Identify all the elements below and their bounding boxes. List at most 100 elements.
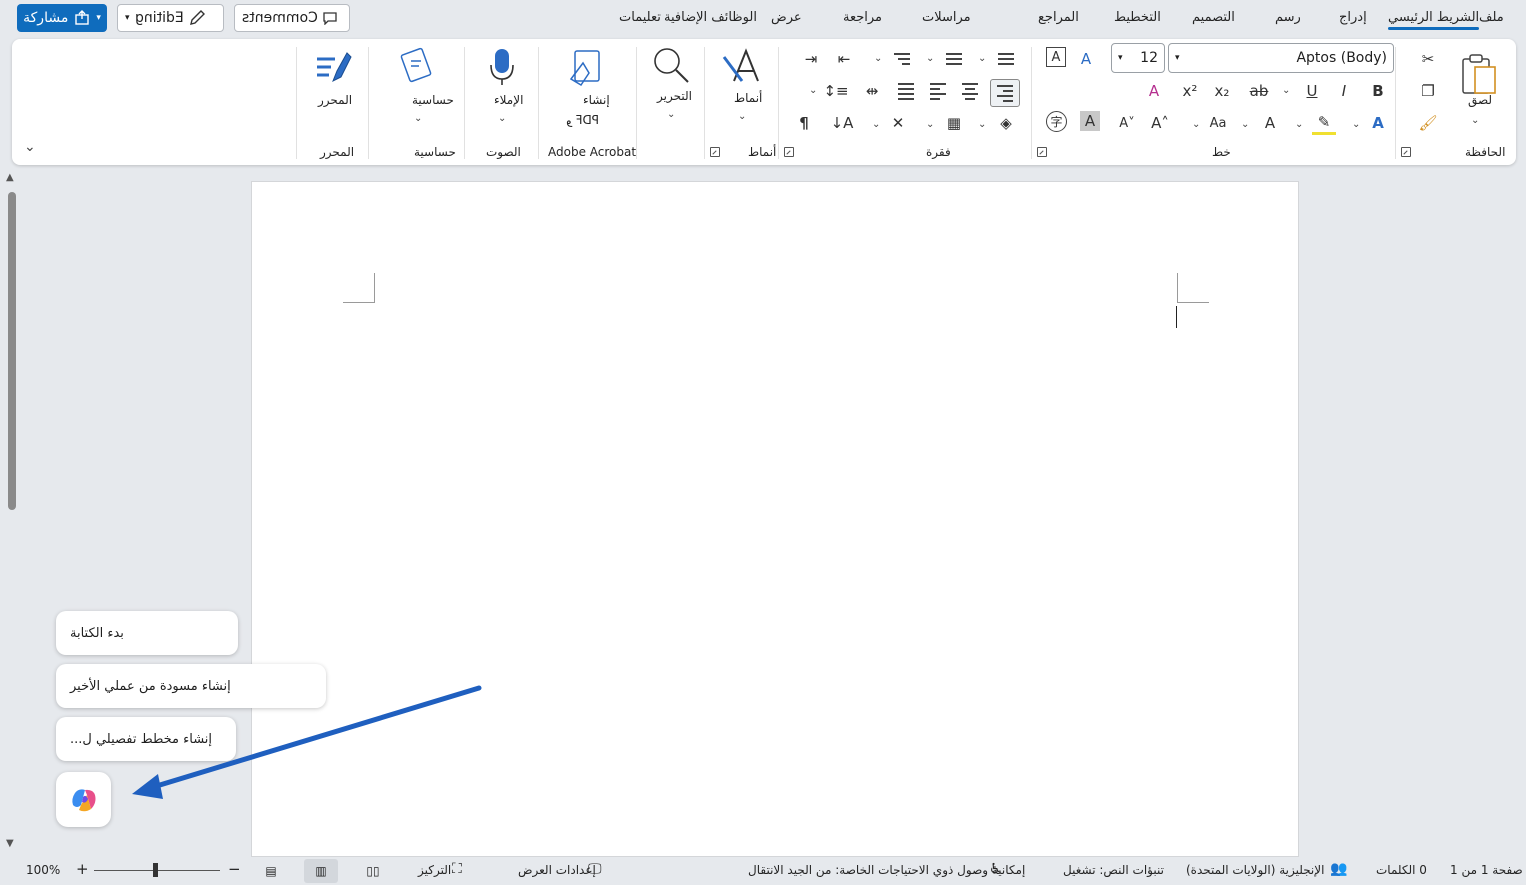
text-color-icon[interactable]: A bbox=[1258, 111, 1282, 135]
ribbon-collapse-icon[interactable]: ⌄ bbox=[24, 139, 36, 155]
editing-mode-button[interactable]: ▾ Editing bbox=[117, 4, 224, 32]
cut-icon[interactable]: ✂ bbox=[1416, 47, 1440, 71]
bold-icon[interactable]: B bbox=[1366, 79, 1390, 103]
text-effects-icon[interactable]: A bbox=[1142, 79, 1166, 103]
tab-view[interactable]: عرض bbox=[771, 10, 802, 25]
multilevel-list-icon[interactable] bbox=[890, 47, 914, 71]
tab-addins[interactable]: الوظائف الإضافية bbox=[664, 10, 757, 25]
justify-icon[interactable] bbox=[894, 79, 918, 103]
underline-icon[interactable]: U bbox=[1300, 79, 1324, 103]
borders-icon[interactable]: ▦ bbox=[942, 111, 966, 135]
zoom-level[interactable]: 100% bbox=[26, 863, 60, 877]
change-case-icon[interactable]: Aa bbox=[1206, 111, 1230, 135]
styles-dropdown-icon[interactable]: ⌄ bbox=[738, 111, 746, 122]
shading-icon[interactable]: ◈ bbox=[994, 111, 1018, 135]
asian-layout-dropdown-icon[interactable]: ⌄ bbox=[872, 119, 880, 130]
line-spacing-icon[interactable]: ↕≡ bbox=[823, 79, 848, 103]
sensitivity-button[interactable] bbox=[392, 45, 438, 85]
copilot-suggestion[interactable]: بدء الكتابة bbox=[56, 611, 238, 655]
accessibility-status[interactable]: إمكانية وصول ذوي الاحتياجات الخاصة: من ا… bbox=[748, 863, 1025, 877]
font-color-dropdown-icon[interactable]: ⌄ bbox=[1352, 119, 1360, 130]
borders-dropdown-icon[interactable]: ⌄ bbox=[926, 119, 934, 130]
italic-icon[interactable]: I bbox=[1332, 79, 1356, 103]
line-spacing-dropdown-icon[interactable]: ⌄ bbox=[809, 85, 817, 96]
document-page[interactable] bbox=[251, 181, 1299, 857]
underline-dropdown-icon[interactable]: ⌄ bbox=[1282, 85, 1290, 96]
copilot-suggestion[interactable]: إنشاء مخطط تفصيلي ل... bbox=[56, 717, 236, 761]
word-count[interactable]: 0 الكلمات bbox=[1376, 863, 1427, 877]
subscript-icon[interactable]: x₂ bbox=[1210, 79, 1234, 103]
tab-draw[interactable]: رسم bbox=[1275, 10, 1301, 25]
bullets-dropdown-icon[interactable]: ⌄ bbox=[978, 53, 986, 64]
styles-launcher-icon[interactable] bbox=[710, 147, 720, 157]
tab-references[interactable]: المراجع bbox=[1038, 10, 1079, 25]
numbering-icon[interactable] bbox=[942, 47, 966, 71]
read-mode-icon[interactable]: ▯▯ bbox=[356, 859, 390, 883]
paragraph-launcher-icon[interactable] bbox=[784, 147, 794, 157]
focus-icon[interactable]: ⛶ bbox=[452, 861, 462, 877]
numbering-dropdown-icon[interactable]: ⌄ bbox=[926, 53, 934, 64]
format-painter-icon[interactable]: 🖌 bbox=[1416, 111, 1440, 135]
zoom-slider-thumb[interactable] bbox=[153, 863, 158, 877]
paste-dropdown-icon[interactable]: ⌄ bbox=[1471, 115, 1479, 126]
enclose-character-icon[interactable]: 字 bbox=[1046, 111, 1067, 132]
clear-formatting-icon[interactable]: A bbox=[1074, 47, 1098, 71]
display-settings-icon[interactable]: 🖵 bbox=[588, 861, 602, 877]
share-button[interactable]: مشاركة ▾ bbox=[17, 4, 107, 32]
change-case-dropdown-icon[interactable]: ⌄ bbox=[1192, 119, 1200, 130]
text-color-dropdown-icon[interactable]: ⌄ bbox=[1241, 119, 1249, 130]
create-pdf-button[interactable] bbox=[560, 47, 610, 89]
superscript-icon[interactable]: x² bbox=[1178, 79, 1202, 103]
multilevel-dropdown-icon[interactable]: ⌄ bbox=[874, 53, 882, 64]
tab-design[interactable]: التصميم bbox=[1192, 10, 1235, 25]
web-layout-icon[interactable]: ▤ bbox=[254, 859, 288, 883]
increase-indent-icon[interactable]: ⇥ bbox=[799, 47, 823, 71]
page-count[interactable]: صفحة 1 من 1 bbox=[1450, 863, 1523, 877]
tab-mailings[interactable]: مراسلات bbox=[922, 10, 971, 25]
distributed-icon[interactable]: ⇹ bbox=[860, 79, 884, 103]
sensitivity-dropdown-icon[interactable]: ⌄ bbox=[414, 113, 422, 124]
zoom-out-icon[interactable]: − bbox=[228, 860, 241, 878]
people-icon[interactable]: 👥 bbox=[1330, 861, 1347, 877]
copy-icon[interactable]: ❐ bbox=[1416, 79, 1440, 103]
font-launcher-icon[interactable] bbox=[1037, 147, 1047, 157]
editing-button[interactable] bbox=[646, 43, 696, 87]
shrink-font-icon[interactable]: A˅ bbox=[1115, 111, 1139, 135]
tab-help[interactable]: تعليمات bbox=[619, 10, 661, 25]
decrease-indent-icon[interactable]: ⇤ bbox=[832, 47, 856, 71]
grow-font-icon[interactable]: A˄ bbox=[1148, 111, 1172, 135]
font-color-icon[interactable]: A bbox=[1366, 111, 1390, 135]
scrollbar-thumb[interactable] bbox=[8, 192, 16, 510]
display-settings[interactable]: إعدادات العرض bbox=[518, 863, 596, 877]
copilot-suggestion[interactable]: إنشاء مسودة من عملي الأخير bbox=[56, 664, 326, 708]
tab-insert[interactable]: إدراج bbox=[1339, 10, 1367, 25]
character-shading-icon[interactable]: A bbox=[1080, 111, 1100, 131]
accessibility-icon[interactable]: ♿ bbox=[989, 861, 1002, 877]
editing-dropdown-icon[interactable]: ⌄ bbox=[667, 109, 675, 120]
clipboard-launcher-icon[interactable] bbox=[1401, 147, 1411, 157]
focus-mode[interactable]: التركيز bbox=[418, 863, 451, 877]
tab-file[interactable]: ملف bbox=[1479, 10, 1504, 25]
scroll-down-icon[interactable]: ▼ bbox=[6, 838, 14, 849]
highlight-dropdown-icon[interactable]: ⌄ bbox=[1295, 119, 1303, 130]
show-marks-icon[interactable]: ¶ bbox=[792, 111, 816, 135]
language-status[interactable]: الإنجليزية (الولايات المتحدة) bbox=[1186, 863, 1324, 877]
shading-dropdown-icon[interactable]: ⌄ bbox=[978, 119, 986, 130]
highlight-icon[interactable]: ✎ bbox=[1312, 111, 1336, 135]
tab-review[interactable]: مراجعة bbox=[843, 10, 882, 25]
text-predictions-status[interactable]: تنبؤات النص: تشغيل bbox=[1063, 863, 1164, 877]
copilot-button[interactable] bbox=[56, 772, 111, 827]
font-name-select[interactable]: ▾ Aptos (Body) bbox=[1168, 43, 1394, 73]
bullets-icon[interactable] bbox=[994, 47, 1018, 71]
sort-icon[interactable]: ↓A bbox=[830, 111, 854, 135]
scroll-up-icon[interactable]: ▲ bbox=[6, 172, 14, 183]
tab-layout[interactable]: التخطيط bbox=[1114, 10, 1161, 25]
text-box-icon[interactable]: A bbox=[1046, 47, 1066, 67]
strikethrough-icon[interactable]: ab bbox=[1247, 79, 1271, 103]
font-size-select[interactable]: ▾ 12 bbox=[1111, 43, 1165, 73]
align-left-icon[interactable] bbox=[926, 79, 950, 103]
styles-button[interactable] bbox=[716, 45, 768, 89]
tab-home[interactable]: الشريط الرئيسي bbox=[1388, 10, 1480, 30]
editor-button[interactable] bbox=[310, 45, 356, 89]
align-right-icon[interactable] bbox=[990, 79, 1020, 107]
